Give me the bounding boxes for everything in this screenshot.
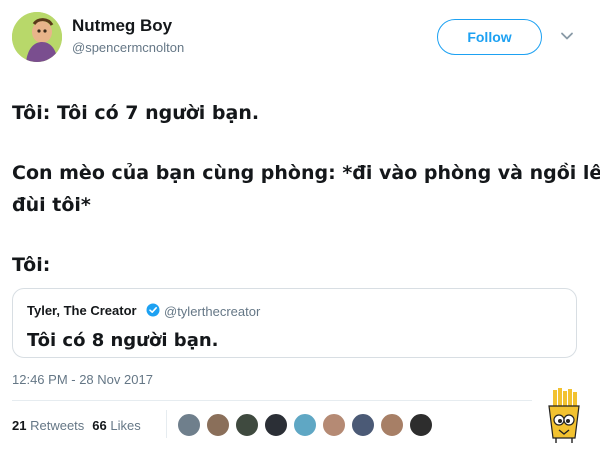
verified-badge-icon [146,303,160,317]
chevron-down-icon[interactable] [560,29,574,43]
liker-avatar[interactable] [408,412,434,438]
liker-avatar[interactable] [292,412,318,438]
likes-count: 66 [92,418,107,433]
tweet-text-line: Tôi: [12,254,51,276]
retweets-count: 21 [12,418,27,433]
avatar-image [12,12,62,62]
tweet-timestamp[interactable]: 12:46 PM - 28 Nov 2017 [12,372,153,387]
tweet-text-line: Con mèo của bạn cùng phòng: *đi vào phòn… [12,162,600,184]
retweets-stat[interactable]: 21 Retweets [12,418,84,433]
tweet-text-line: đùi tôi* [12,194,91,216]
likes-label: Likes [110,418,141,433]
tweet-stats: 21 Retweets 66 Likes [12,418,141,433]
stats-separator [166,410,167,438]
follow-button[interactable]: Follow [437,19,542,55]
liker-avatar[interactable] [176,412,202,438]
liker-avatar[interactable] [205,412,231,438]
liker-avatar[interactable] [350,412,376,438]
quoted-tweet-card[interactable]: Tyler, The Creator @tylerthecreator Tôi … [12,288,577,358]
author-handle[interactable]: @spencermcnolton [72,40,184,55]
likes-stat[interactable]: 66 Likes [92,418,140,433]
liker-avatar[interactable] [234,412,260,438]
liker-avatar[interactable] [379,412,405,438]
quoted-author-name: Tyler, The Creator [27,303,137,318]
avatar[interactable] [12,12,62,62]
liker-avatar[interactable] [263,412,289,438]
author-display-name[interactable]: Nutmeg Boy [72,16,172,36]
retweets-label: Retweets [30,418,85,433]
quoted-author-handle: @tylerthecreator [164,304,261,319]
tweet-text-line: Tôi: Tôi có 7 người bạn. [12,102,260,124]
quoted-tweet-text: Tôi có 8 người bạn. [27,330,219,351]
fries-mascot-icon [548,388,580,443]
divider [12,400,532,401]
liker-avatar[interactable] [321,412,347,438]
